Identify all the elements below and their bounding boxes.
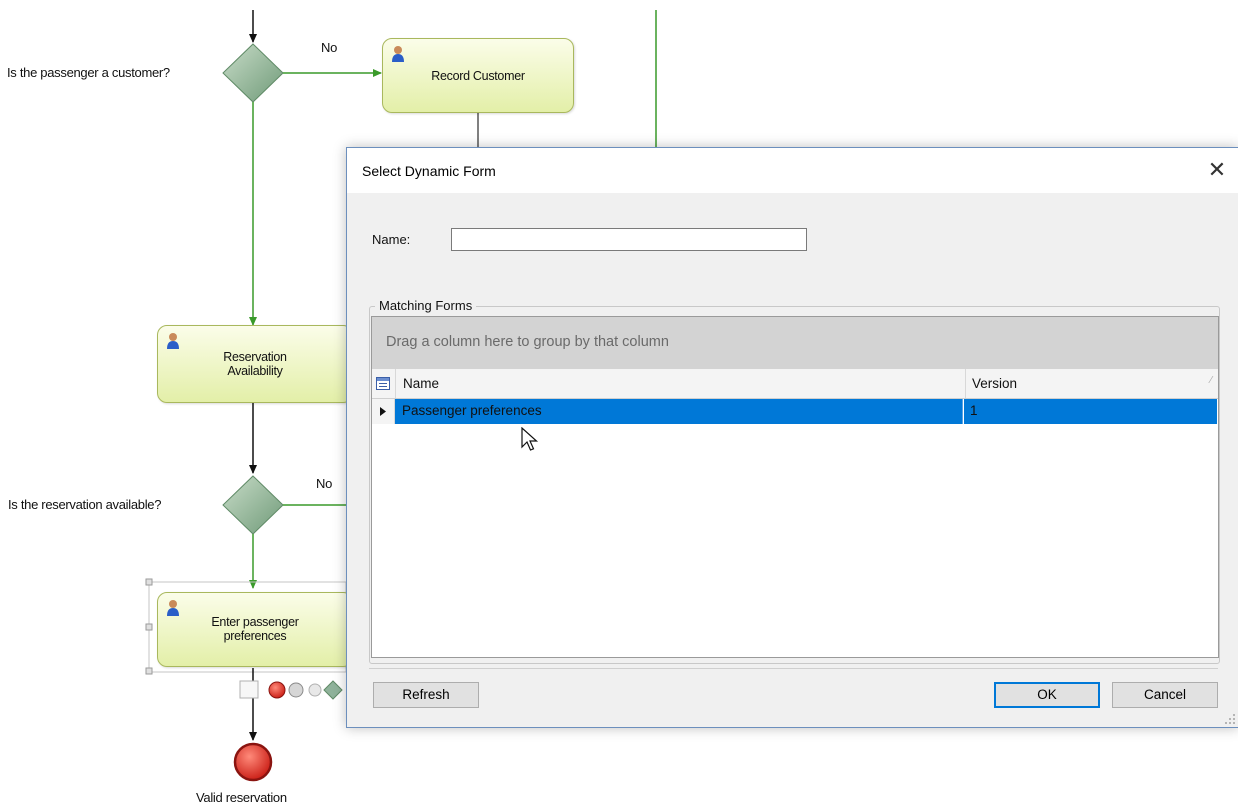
task-enter-passenger-preferences[interactable]: Enter passenger preferences [157,592,353,667]
task-label: Record Customer [431,69,525,83]
name-label: Name: [372,232,411,247]
matching-forms-title: Matching Forms [375,298,477,313]
gateway-customer-label: Is the passenger a customer? [7,65,170,80]
gateway-customer-diamond [222,43,284,103]
end-event-circle [233,742,273,782]
user-icon [392,46,404,62]
dialog-titlebar[interactable]: Select Dynamic Form ✕ [347,148,1238,193]
mini-task-icon [239,680,259,699]
grid-header: Name Version ⁄ [372,369,1218,399]
dialog-title: Select Dynamic Form [362,163,496,179]
refresh-button[interactable]: Refresh [373,682,479,708]
group-by-hint: Drag a column here to group by that colu… [386,334,669,350]
flow-no-label: No [316,476,333,491]
row-indicator-icon [380,407,386,416]
task-label-line1: Enter passenger [211,615,299,629]
forms-grid[interactable]: Drag a column here to group by that colu… [371,316,1219,658]
sort-glyph-icon: ⁄ [1210,375,1212,386]
selection-handle [145,578,153,586]
task-label-line2: Availability [227,364,283,378]
cancel-button[interactable]: Cancel [1112,682,1218,708]
close-icon[interactable]: ✕ [1202,156,1232,184]
select-dynamic-form-dialog: Select Dynamic Form ✕ Name: Matching For… [346,147,1238,728]
footer-separator [369,668,1218,669]
column-header-name[interactable]: Name [395,369,971,398]
gateway-reservation-diamond [222,475,284,535]
task-reservation-availability[interactable]: Reservation Availability [157,325,353,403]
task-label-line1: Reservation [223,350,287,364]
column-chooser-icon[interactable] [376,377,390,390]
name-input[interactable] [451,228,807,251]
selection-handle [145,623,153,631]
mouse-cursor-icon [521,427,539,451]
row-indicator-cell [372,399,395,424]
table-row-selected[interactable]: Passenger preferences 1 [372,399,1218,424]
mini-gateway-icon [323,680,343,700]
column-header-version[interactable]: Version [965,369,1217,398]
end-event-label: Valid reservation [196,790,287,805]
task-record-customer[interactable]: Record Customer [382,38,574,113]
cell-form-version[interactable]: 1 [964,399,1217,424]
mini-end-event-icon [268,681,286,699]
task-label-line2: preferences [223,629,287,643]
group-by-panel[interactable]: Drag a column here to group by that colu… [372,317,1218,369]
flow-no-label: No [321,40,338,55]
mini-event-icon [308,683,322,697]
ok-button[interactable]: OK [994,682,1100,708]
gateway-reservation-label: Is the reservation available? [8,497,162,512]
cell-form-name[interactable]: Passenger preferences [395,399,963,424]
mini-intermediate-event-icon [288,682,304,698]
user-icon [167,333,179,349]
selection-handle [145,667,153,675]
resize-grip-icon[interactable] [1225,714,1235,724]
